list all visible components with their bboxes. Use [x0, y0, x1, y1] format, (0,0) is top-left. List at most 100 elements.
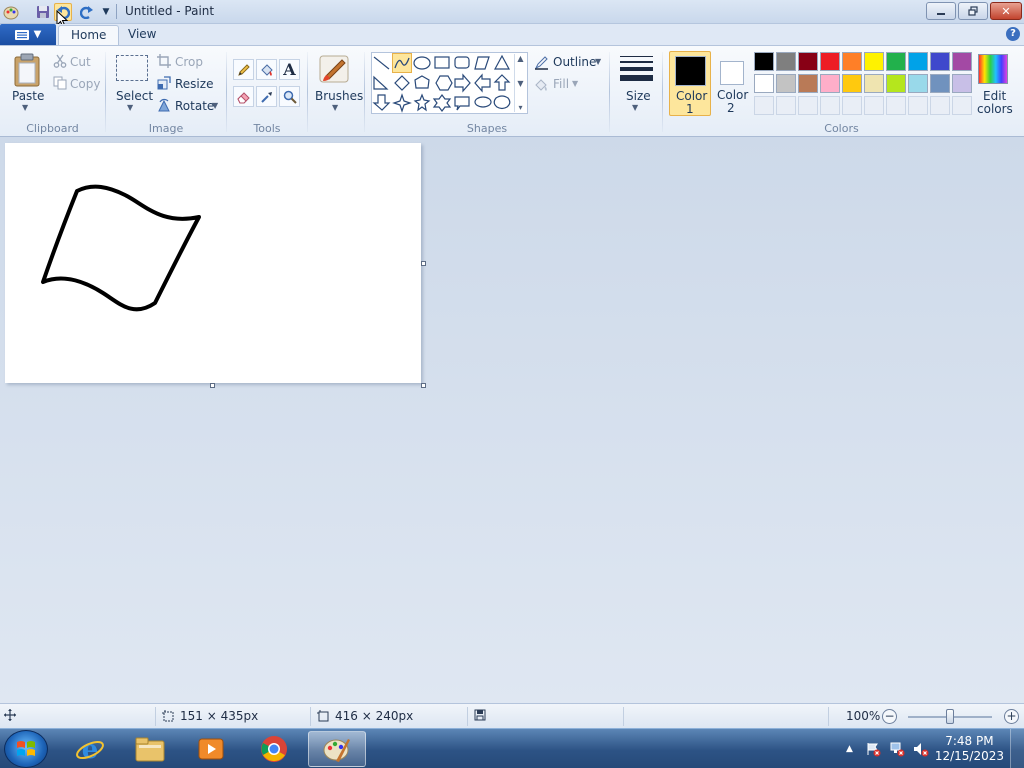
select-dropdown-icon[interactable]: ▼	[127, 103, 133, 112]
taskbar-clock[interactable]: 7:48 PM 12/15/2023	[935, 734, 1004, 764]
custom-color-slot[interactable]	[776, 96, 796, 115]
palette-swatch[interactable]	[886, 74, 906, 93]
help-icon[interactable]: ?	[1006, 27, 1020, 41]
palette-swatch[interactable]	[952, 74, 972, 93]
cut-button[interactable]: Cut	[70, 55, 91, 69]
resize-handle-right[interactable]	[421, 261, 426, 266]
size-icon[interactable]	[620, 54, 653, 82]
edit-colors-label-line2[interactable]: colors	[977, 102, 1013, 116]
palette-swatch[interactable]	[820, 52, 840, 71]
palette-swatch[interactable]	[776, 74, 796, 93]
fill-button[interactable]: Fill	[553, 77, 569, 91]
rotate-button[interactable]: Rotate	[175, 99, 214, 113]
palette-swatch[interactable]	[952, 52, 972, 71]
magnifier-tool[interactable]	[279, 86, 300, 107]
tab-view[interactable]: View	[116, 25, 168, 46]
start-button[interactable]	[4, 730, 48, 768]
palette-swatch[interactable]	[842, 52, 862, 71]
palette-swatch[interactable]	[930, 52, 950, 71]
tab-home[interactable]: Home	[58, 25, 120, 46]
shapes-scroll[interactable]: ▲ ▼ ▾	[514, 54, 526, 112]
custom-color-slot[interactable]	[754, 96, 774, 115]
fill-tool[interactable]	[256, 59, 277, 80]
paste-dropdown-icon[interactable]: ▼	[22, 103, 28, 112]
outline-dropdown-icon[interactable]: ▼	[595, 57, 601, 66]
palette-swatch[interactable]	[842, 74, 862, 93]
paint-menu-button[interactable]: ▼	[0, 24, 56, 45]
pencil-tool[interactable]	[233, 59, 254, 80]
restore-button[interactable]	[958, 2, 988, 20]
show-hidden-icons[interactable]: ▲	[846, 744, 853, 754]
palette-swatch[interactable]	[754, 74, 774, 93]
palette-swatch[interactable]	[776, 52, 796, 71]
action-center-icon[interactable]	[865, 741, 881, 757]
palette-swatch[interactable]	[908, 74, 928, 93]
select-icon[interactable]	[116, 55, 148, 81]
custom-color-slot[interactable]	[798, 96, 818, 115]
paint-app-icon[interactable]	[2, 3, 20, 21]
fill-dropdown-icon[interactable]: ▼	[572, 79, 578, 88]
custom-color-slot[interactable]	[908, 96, 928, 115]
redo-icon[interactable]	[78, 3, 96, 21]
custom-color-slot[interactable]	[930, 96, 950, 115]
palette-swatch[interactable]	[930, 74, 950, 93]
expand-gallery-icon[interactable]: ▾	[518, 103, 522, 112]
taskbar-media-player[interactable]	[182, 731, 240, 767]
taskbar-internet-explorer[interactable]: e	[61, 731, 119, 767]
palette-swatch[interactable]	[886, 52, 906, 71]
resize-handle-corner[interactable]	[421, 383, 426, 388]
paste-icon[interactable]	[12, 52, 42, 88]
taskbar-file-explorer[interactable]	[121, 731, 179, 767]
custom-color-slot[interactable]	[952, 96, 972, 115]
edit-colors-icon[interactable]	[978, 54, 1008, 84]
eraser-tool[interactable]	[233, 86, 254, 107]
minimize-button[interactable]	[926, 2, 956, 20]
taskbar-paint[interactable]	[308, 731, 366, 767]
palette-swatch[interactable]	[754, 52, 774, 71]
zoom-in-button[interactable]: +	[1004, 709, 1019, 724]
shapes-gallery	[371, 52, 528, 114]
custom-color-slot[interactable]	[886, 96, 906, 115]
network-icon[interactable]	[889, 741, 905, 757]
volume-icon[interactable]	[913, 741, 929, 757]
custom-color-slot[interactable]	[842, 96, 862, 115]
resize-button[interactable]: Resize	[175, 77, 213, 91]
scroll-down-icon[interactable]: ▼	[517, 79, 523, 88]
crop-button[interactable]: Crop	[175, 55, 203, 69]
close-button[interactable]: ✕	[990, 2, 1022, 20]
text-tool[interactable]: A	[279, 59, 300, 80]
palette-swatch[interactable]	[820, 74, 840, 93]
taskbar-chrome[interactable]	[245, 731, 303, 767]
palette-swatch[interactable]	[798, 52, 818, 71]
show-desktop-button[interactable]	[1010, 729, 1024, 768]
palette-swatch[interactable]	[908, 52, 928, 71]
palette-swatch[interactable]	[864, 52, 884, 71]
color1-button[interactable]: Color 1	[669, 51, 711, 116]
color-picker-tool[interactable]	[256, 86, 277, 107]
brushes-icon[interactable]	[318, 52, 352, 86]
paste-button[interactable]: Paste	[12, 89, 44, 103]
custom-color-slot[interactable]	[864, 96, 884, 115]
custom-color-slot[interactable]	[820, 96, 840, 115]
curve-shape-selected[interactable]	[392, 53, 412, 73]
palette-swatch[interactable]	[798, 74, 818, 93]
select-button[interactable]: Select	[116, 89, 153, 103]
size-dropdown-icon[interactable]: ▼	[632, 103, 638, 112]
zoom-slider-thumb[interactable]	[946, 709, 954, 724]
brushes-dropdown-icon[interactable]: ▼	[332, 103, 338, 112]
drawing-canvas[interactable]	[5, 143, 421, 383]
edit-colors-label-line1[interactable]: Edit	[983, 89, 1006, 103]
color2-button[interactable]: Color 2	[713, 51, 751, 116]
outline-button[interactable]: Outline	[553, 55, 596, 69]
size-button[interactable]: Size	[626, 89, 651, 103]
palette-swatch[interactable]	[864, 74, 884, 93]
brushes-button[interactable]: Brushes	[315, 89, 363, 103]
save-icon[interactable]	[34, 3, 52, 21]
window-title: Untitled - Paint	[125, 4, 215, 18]
scroll-up-icon[interactable]: ▲	[517, 54, 523, 63]
rotate-dropdown-icon[interactable]: ▼	[212, 101, 218, 110]
customize-quick-access-icon[interactable]: ▼	[97, 3, 115, 21]
zoom-out-button[interactable]: −	[882, 709, 897, 724]
copy-button[interactable]: Copy	[70, 77, 100, 91]
resize-handle-bottom[interactable]	[210, 383, 215, 388]
